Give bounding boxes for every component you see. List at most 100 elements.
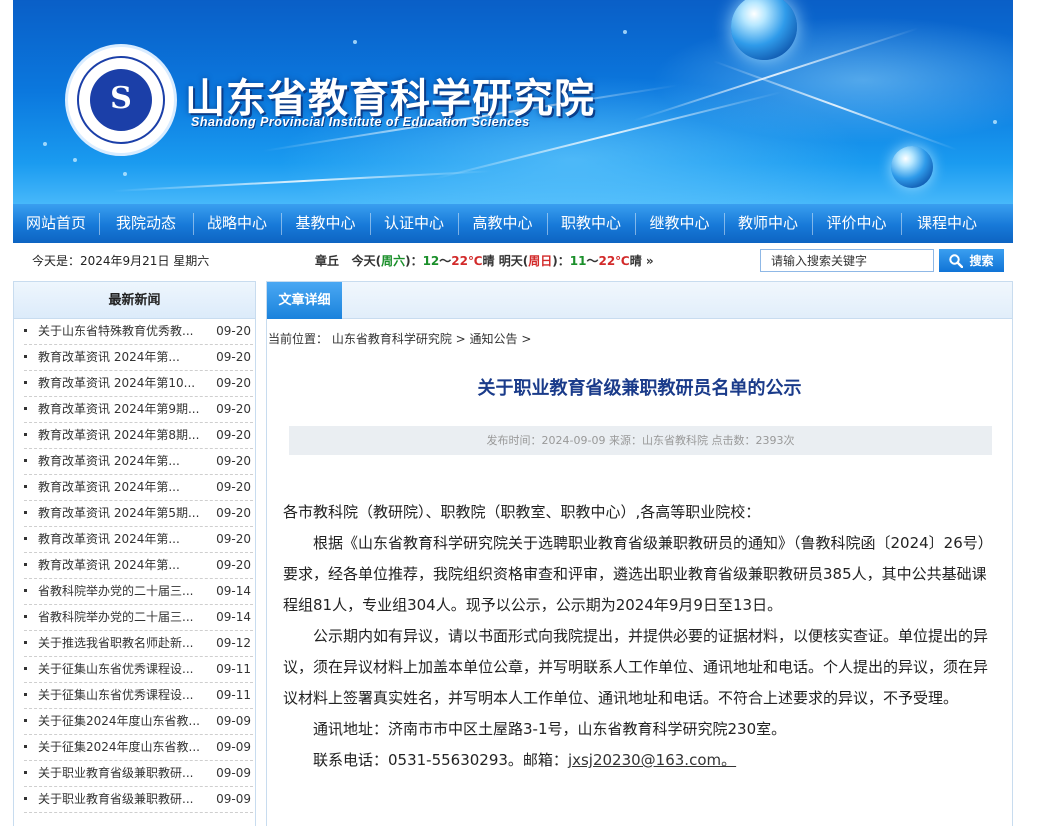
news-list-item[interactable]: 关于征集山东省优秀课程设... 09-11 bbox=[24, 657, 253, 683]
news-title[interactable]: 教育改革资讯 2024年第... bbox=[38, 553, 203, 577]
nav-vocational[interactable]: 职教中心 bbox=[547, 204, 635, 243]
news-list-item[interactable]: 关于山东省特殊教育优秀教... 09-20 bbox=[24, 319, 253, 345]
news-list-item[interactable]: 教育改革资讯 2024年第... 09-20 bbox=[24, 553, 253, 579]
bullet-icon bbox=[24, 433, 27, 436]
news-date: 09-20 bbox=[216, 480, 251, 494]
news-list-item[interactable]: 教育改革资讯 2024年第8期... 09-20 bbox=[24, 423, 253, 449]
article-body: 各市教科院（教研院）、职教院（职教室、职教中心）,各高等职业院校： 根据《山东省… bbox=[283, 497, 995, 776]
news-date: 09-20 bbox=[216, 558, 251, 572]
nav-curriculum[interactable]: 课程中心 bbox=[901, 204, 993, 243]
weather-today-high: 22 bbox=[451, 254, 468, 268]
bullet-icon bbox=[24, 485, 27, 488]
news-title[interactable]: 教育改革资讯 2024年第8期... bbox=[38, 423, 203, 447]
news-title[interactable]: 关于征集山东省优秀课程设... bbox=[38, 657, 203, 681]
news-title[interactable]: 教育改革资讯 2024年第9期... bbox=[38, 397, 203, 421]
news-date: 09-20 bbox=[216, 324, 251, 338]
bullet-icon bbox=[24, 771, 27, 774]
sparkle bbox=[43, 142, 47, 146]
nav-evaluation[interactable]: 评价中心 bbox=[812, 204, 901, 243]
article-salutation: 各市教科院（教研院）、职教院（职教室、职教中心）,各高等职业院校： bbox=[283, 503, 761, 521]
breadcrumb-home-link[interactable]: 山东省教育科学研究院 bbox=[332, 332, 452, 346]
sparkle bbox=[993, 120, 997, 124]
news-date: 09-09 bbox=[216, 740, 251, 754]
news-title[interactable]: 教育改革资讯 2024年第... bbox=[38, 345, 203, 369]
bullet-icon bbox=[24, 355, 27, 358]
news-title[interactable]: 关于职业教育省级兼职教研... bbox=[38, 787, 203, 811]
news-list-item[interactable]: 教育改革资讯 2024年第... 09-20 bbox=[24, 475, 253, 501]
news-title[interactable]: 关于征集山东省优秀课程设... bbox=[38, 683, 203, 707]
article-paragraph: 根据《山东省教育科学研究院关于选聘职业教育省级兼职教研员的通知》（鲁教科院函〔2… bbox=[283, 534, 993, 614]
email-link[interactable]: jxsj20230@163.com。 bbox=[568, 751, 736, 769]
news-list-item[interactable]: 关于征集山东省优秀课程设... 09-11 bbox=[24, 683, 253, 709]
nav-home[interactable]: 网站首页 bbox=[13, 204, 99, 243]
news-date: 09-20 bbox=[216, 350, 251, 364]
search-button-label: 搜索 bbox=[969, 254, 994, 268]
news-title[interactable]: 省教科院举办党的二十届三... bbox=[38, 605, 203, 629]
search-icon bbox=[949, 253, 964, 268]
news-title[interactable]: 省教科院举办党的二十届三... bbox=[38, 579, 203, 603]
bullet-icon bbox=[24, 511, 27, 514]
weather-tomorrow-high: 22 bbox=[598, 254, 616, 268]
nav-teacher[interactable]: 教师中心 bbox=[724, 204, 812, 243]
search-button[interactable]: 搜索 bbox=[939, 249, 1004, 272]
weather-city: 章丘 bbox=[315, 254, 340, 268]
news-list-item[interactable]: 教育改革资讯 2024年第10... 09-20 bbox=[24, 371, 253, 397]
news-title[interactable]: 关于职业教育省级兼职教研... bbox=[38, 761, 203, 785]
news-list-item[interactable]: 教育改革资讯 2024年第... 09-20 bbox=[24, 345, 253, 371]
news-date: 09-12 bbox=[216, 636, 251, 650]
double-chevron-right-icon[interactable]: » bbox=[646, 254, 654, 268]
contact-phone: 联系电话：0531-55630293。邮箱： bbox=[313, 751, 568, 769]
site-subtitle: Shandong Provincial Institute of Educati… bbox=[191, 115, 530, 129]
bullet-icon bbox=[24, 459, 27, 462]
news-list-item[interactable]: 教育改革资讯 2024年第... 09-20 bbox=[24, 527, 253, 553]
bullet-icon bbox=[24, 563, 27, 566]
nav-basic-edu[interactable]: 基教中心 bbox=[281, 204, 370, 243]
nav-strategy[interactable]: 战略中心 bbox=[193, 204, 281, 243]
news-date: 09-14 bbox=[216, 610, 251, 624]
news-list-item[interactable]: 关于职业教育省级兼职教研... 09-09 bbox=[24, 761, 253, 787]
news-title[interactable]: 关于山东省特殊教育优秀教... bbox=[38, 319, 203, 343]
article-panel-header: 文章详细 bbox=[267, 282, 1012, 319]
news-title[interactable]: 关于征集2024年度山东省教... bbox=[38, 709, 203, 733]
news-title[interactable]: 教育改革资讯 2024年第... bbox=[38, 449, 203, 473]
info-bar: 今天是：2024年9月21日 星期六 章丘 今天(周六)：12～22℃晴 明天(… bbox=[13, 243, 1013, 279]
news-title[interactable]: 教育改革资讯 2024年第... bbox=[38, 527, 203, 551]
breadcrumb-notice-link[interactable]: 通知公告 bbox=[470, 332, 518, 346]
news-list-item[interactable]: 关于职业教育省级兼职教研... 09-09 bbox=[24, 787, 253, 813]
news-list-item[interactable]: 省教科院举办党的二十届三... 09-14 bbox=[24, 605, 253, 631]
main-nav: 网站首页 我院动态 战略中心 基教中心 认证中心 高教中心 职教中心 继教中心 … bbox=[13, 204, 1013, 243]
news-date: 09-09 bbox=[216, 714, 251, 728]
news-date: 09-20 bbox=[216, 376, 251, 390]
article-address: 通讯地址：济南市市中区土屋路3-1号，山东省教育科学研究院230室。 bbox=[313, 720, 787, 738]
sparkle bbox=[73, 158, 77, 162]
news-list-item[interactable]: 关于征集2024年度山东省教... 09-09 bbox=[24, 709, 253, 735]
news-title[interactable]: 关于征集2024年度山东省教... bbox=[38, 735, 203, 759]
news-list-item[interactable]: 教育改革资讯 2024年第5期... 09-20 bbox=[24, 501, 253, 527]
news-title[interactable]: 教育改革资讯 2024年第... bbox=[38, 475, 203, 499]
weather-today-day: 周六 bbox=[381, 254, 406, 268]
news-title[interactable]: 教育改革资讯 2024年第10... bbox=[38, 371, 203, 395]
news-list-item[interactable]: 关于征集2024年度山东省教... 09-09 bbox=[24, 735, 253, 761]
nav-certification[interactable]: 认证中心 bbox=[370, 204, 458, 243]
nav-news[interactable]: 我院动态 bbox=[99, 204, 193, 243]
sparkle bbox=[353, 40, 357, 44]
breadcrumb-prefix: 当前位置： bbox=[268, 332, 329, 346]
search-input[interactable] bbox=[760, 249, 934, 272]
site-banner: S 山东省教育科学研究院 Shandong Provincial Institu… bbox=[13, 0, 1013, 204]
weather-tomorrow-day: 周日 bbox=[528, 254, 553, 268]
weather-today-cond: 晴 bbox=[482, 254, 495, 268]
weather-tomorrow-cond: 晴 bbox=[629, 254, 642, 268]
news-list-item[interactable]: 关于推选我省职教名师赴新... 09-12 bbox=[24, 631, 253, 657]
news-list-item[interactable]: 教育改革资讯 2024年第... 09-20 bbox=[24, 449, 253, 475]
news-date: 09-20 bbox=[216, 532, 251, 546]
news-title[interactable]: 教育改革资讯 2024年第5期... bbox=[38, 501, 203, 525]
nav-continuing[interactable]: 继教中心 bbox=[635, 204, 724, 243]
nav-higher-edu[interactable]: 高教中心 bbox=[458, 204, 547, 243]
bullet-icon bbox=[24, 641, 27, 644]
news-list-item[interactable]: 教育改革资讯 2024年第9期... 09-20 bbox=[24, 397, 253, 423]
tab-article-detail[interactable]: 文章详细 bbox=[267, 282, 342, 319]
current-date: 今天是：2024年9月21日 星期六 bbox=[32, 254, 210, 268]
news-title[interactable]: 关于推选我省职教名师赴新... bbox=[38, 631, 203, 655]
latest-news-panel: 最新新闻 关于山东省特殊教育优秀教... 09-20 教育改革资讯 2024年第..… bbox=[13, 281, 256, 826]
news-list-item[interactable]: 省教科院举办党的二十届三... 09-14 bbox=[24, 579, 253, 605]
